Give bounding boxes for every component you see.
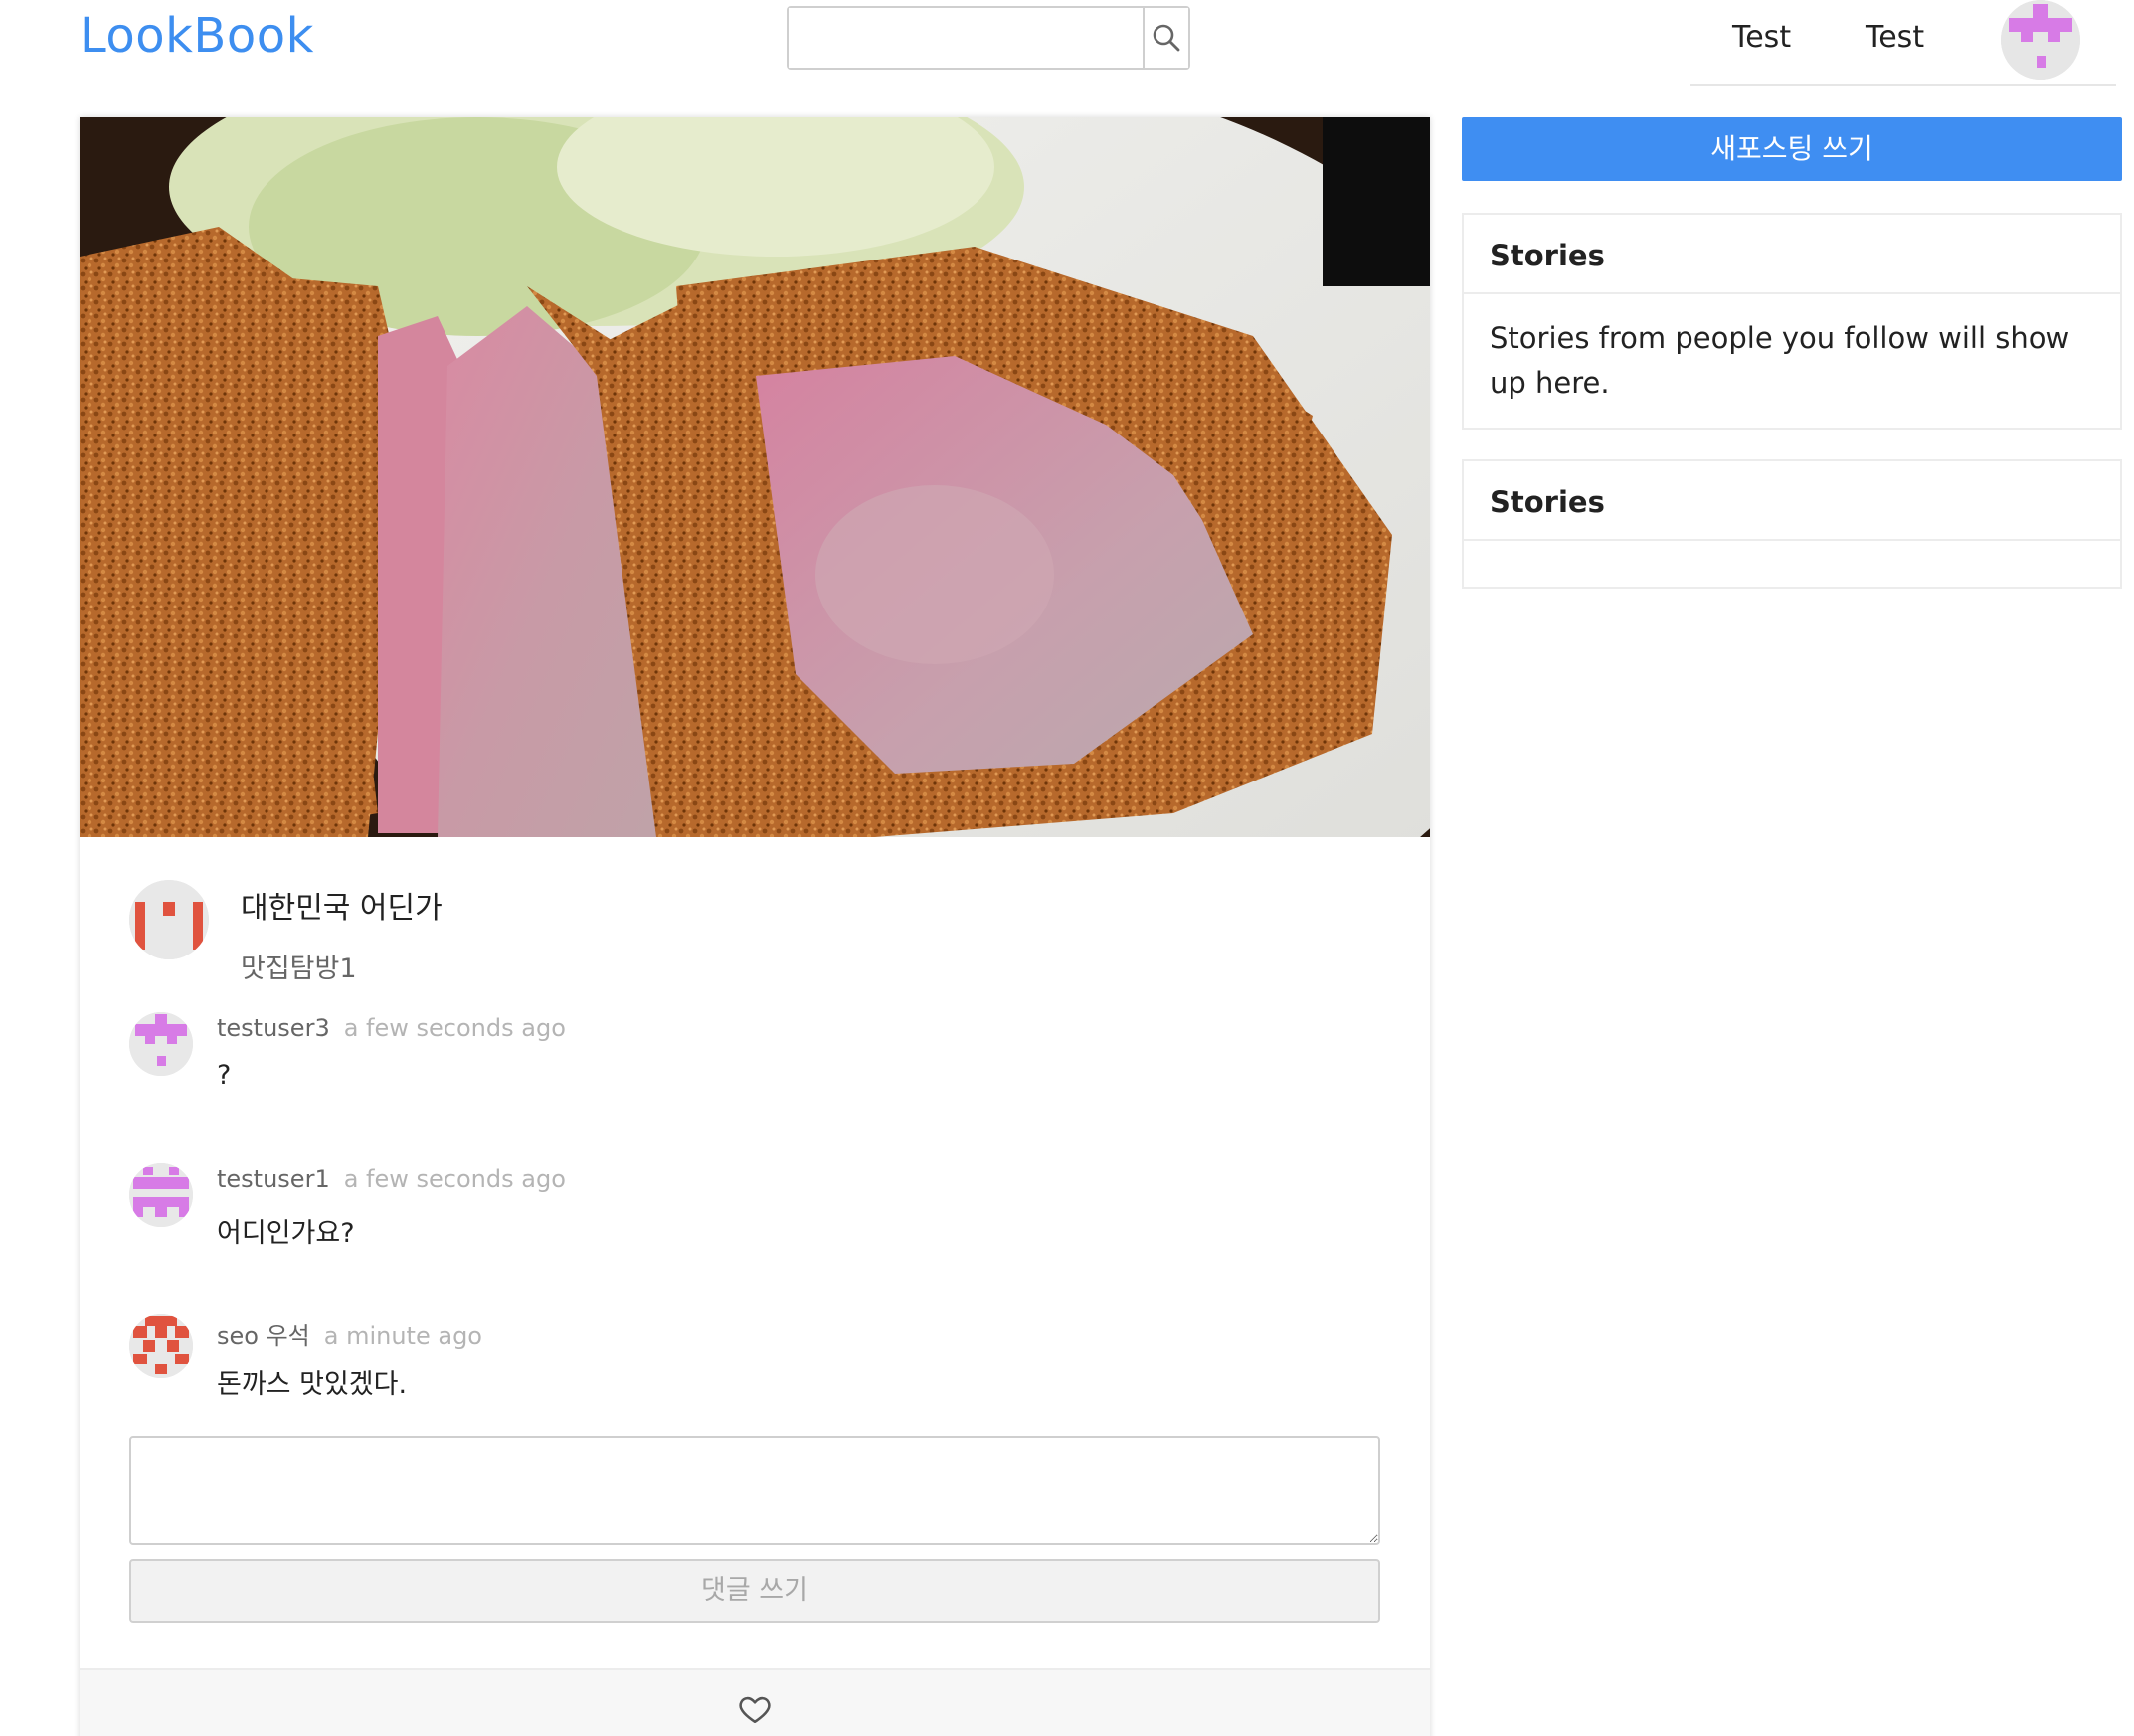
comment-avatar[interactable] [129,1012,193,1076]
pixel-avatar-violet-icon [129,1012,193,1076]
comment-item: testuser3 a few seconds ago ? [129,1012,1323,1112]
post-footer [80,1668,1430,1736]
comment-text: 돈까스 맛있겠다. [217,1369,408,1400]
comment-timestamp: a few seconds ago [343,1165,566,1193]
search-icon [1153,24,1180,52]
search-bar [787,6,1190,70]
comment-meta: seo 우석 a minute ago [217,1316,482,1351]
new-post-button[interactable]: 새포스팅 쓰기 [1462,117,2122,181]
comment-timestamp: a minute ago [323,1322,482,1350]
nav-link-test-1[interactable]: Test [1732,20,1791,55]
comment-submit-button[interactable]: 댓글 쓰기 [129,1559,1380,1623]
author-avatar[interactable] [129,880,209,959]
tonkatsu-photo-image [80,117,1430,837]
post-caption: 맛집탐방1 [241,954,357,984]
stories-panel-message [1464,541,2120,585]
comment-text: 어디인가요? [217,1218,355,1249]
pixel-avatar-violet-icon [129,1163,193,1227]
stories-panel-title: Stories [1464,461,2120,541]
app-logo[interactable]: LookBook [80,8,314,64]
post-card: 대한민국 어딘가 맛집탐방1 testuser3 a few seconds ag… [80,117,1430,1736]
comment-avatar[interactable] [129,1163,193,1227]
search-button[interactable] [1143,8,1188,68]
pixel-avatar-red-icon [129,880,209,959]
comment-text: ? [217,1060,232,1091]
comment-username[interactable]: seo 우석 [217,1322,310,1350]
stories-panel-title: Stories [1464,215,2120,294]
stories-panel: Stories [1462,459,2122,589]
comment-username[interactable]: testuser3 [217,1014,330,1042]
post-photo[interactable] [80,117,1430,837]
comment-item: testuser1 a few seconds ago 어디인가요? [129,1163,1323,1263]
post-location: 대한민국 어딘가 [241,891,443,926]
comment-timestamp: a few seconds ago [343,1014,566,1042]
search-input[interactable] [789,8,1143,68]
comment-avatar[interactable] [129,1314,193,1378]
top-nav: Test Test [1690,0,2116,86]
comment-meta: testuser3 a few seconds ago [217,1014,566,1042]
pixel-avatar-red-icon [129,1314,193,1378]
pixel-avatar-violet-icon [2001,0,2080,80]
stories-panel-message: Stories from people you follow will show… [1490,321,2070,400]
comment-input[interactable] [129,1436,1380,1545]
comment-username[interactable]: testuser1 [217,1165,330,1193]
comment-item: seo 우석 a minute ago 돈까스 맛있겠다. [129,1314,1323,1414]
nav-link-test-2[interactable]: Test [1866,20,1924,55]
profile-avatar[interactable] [2001,0,2080,80]
comment-meta: testuser1 a few seconds ago [217,1165,566,1193]
heart-outline-icon[interactable] [738,1692,772,1726]
stories-panel: Stories Stories from people you follow w… [1462,213,2122,430]
